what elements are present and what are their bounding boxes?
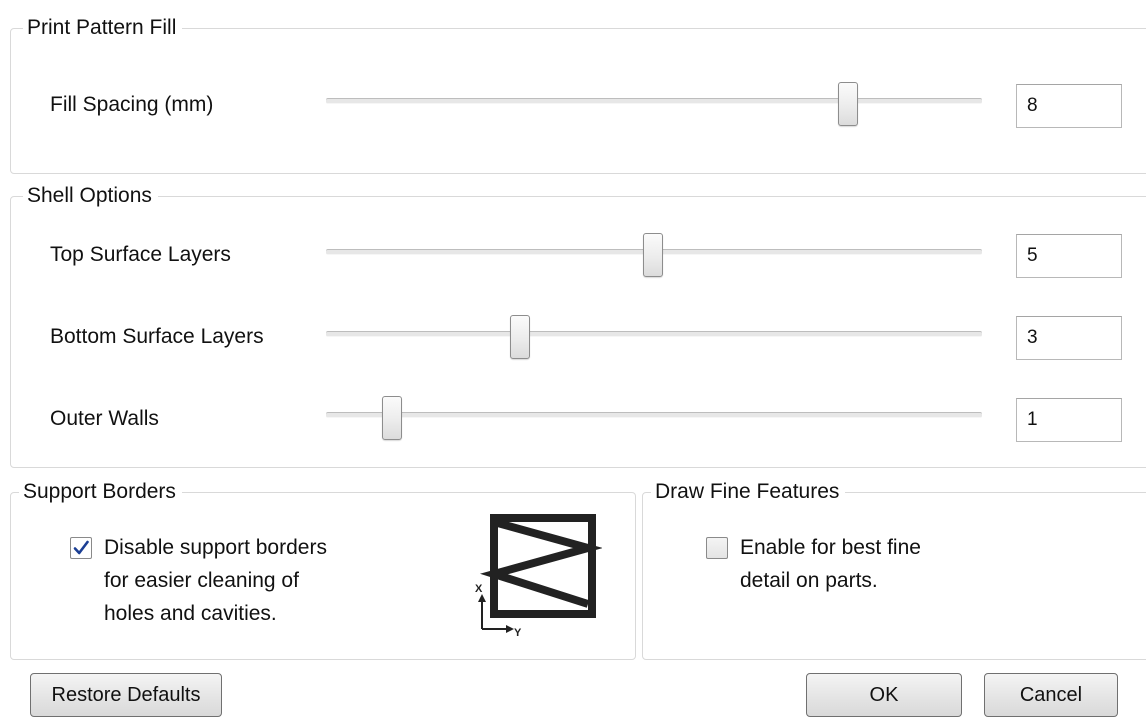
bottom-surface-layers-slider-track[interactable]	[326, 331, 982, 337]
enable-fine-features-text-1: Enable for best fine	[740, 536, 921, 559]
disable-support-borders-checkbox[interactable]	[70, 537, 92, 559]
disable-support-borders-text-1: Disable support borders	[104, 536, 327, 559]
axis-y-label: Y	[514, 627, 522, 639]
outer-walls-input[interactable]: 1	[1016, 398, 1122, 442]
fill-spacing-label: Fill Spacing (mm)	[50, 93, 214, 116]
ok-button[interactable]: OK	[806, 673, 962, 717]
draw-fine-features-group: Draw Fine Features	[642, 479, 1146, 660]
fill-spacing-input[interactable]: 8	[1016, 84, 1122, 128]
bottom-surface-layers-slider-thumb[interactable]	[510, 315, 530, 359]
fill-spacing-slider-thumb[interactable]	[838, 82, 858, 126]
enable-fine-features-checkbox[interactable]	[706, 537, 728, 559]
disable-support-borders-text-3: holes and cavities.	[104, 602, 277, 625]
top-surface-layers-slider-thumb[interactable]	[643, 233, 663, 277]
bottom-surface-layers-label: Bottom Surface Layers	[50, 325, 264, 348]
bottom-surface-layers-input[interactable]: 3	[1016, 316, 1122, 360]
axis-x-label: X	[475, 583, 483, 595]
print-pattern-fill-title: Print Pattern Fill	[23, 15, 183, 41]
enable-fine-features-text-2: detail on parts.	[740, 569, 878, 592]
outer-walls-slider-thumb[interactable]	[382, 396, 402, 440]
shell-options-title: Shell Options	[23, 183, 158, 209]
support-borders-title: Support Borders	[19, 479, 182, 505]
top-surface-layers-input[interactable]: 5	[1016, 234, 1122, 278]
fill-spacing-slider-track[interactable]	[326, 98, 982, 104]
checkmark-icon	[73, 540, 89, 555]
outer-walls-slider-track[interactable]	[326, 412, 982, 418]
cancel-button[interactable]: Cancel	[984, 673, 1118, 717]
draw-fine-features-title: Draw Fine Features	[651, 479, 846, 505]
support-border-diagram-icon: X Y	[475, 514, 602, 639]
restore-defaults-button[interactable]: Restore Defaults	[30, 673, 222, 717]
disable-support-borders-text-2: for easier cleaning of	[104, 569, 299, 592]
outer-walls-label: Outer Walls	[50, 407, 159, 430]
top-surface-layers-label: Top Surface Layers	[50, 243, 231, 266]
